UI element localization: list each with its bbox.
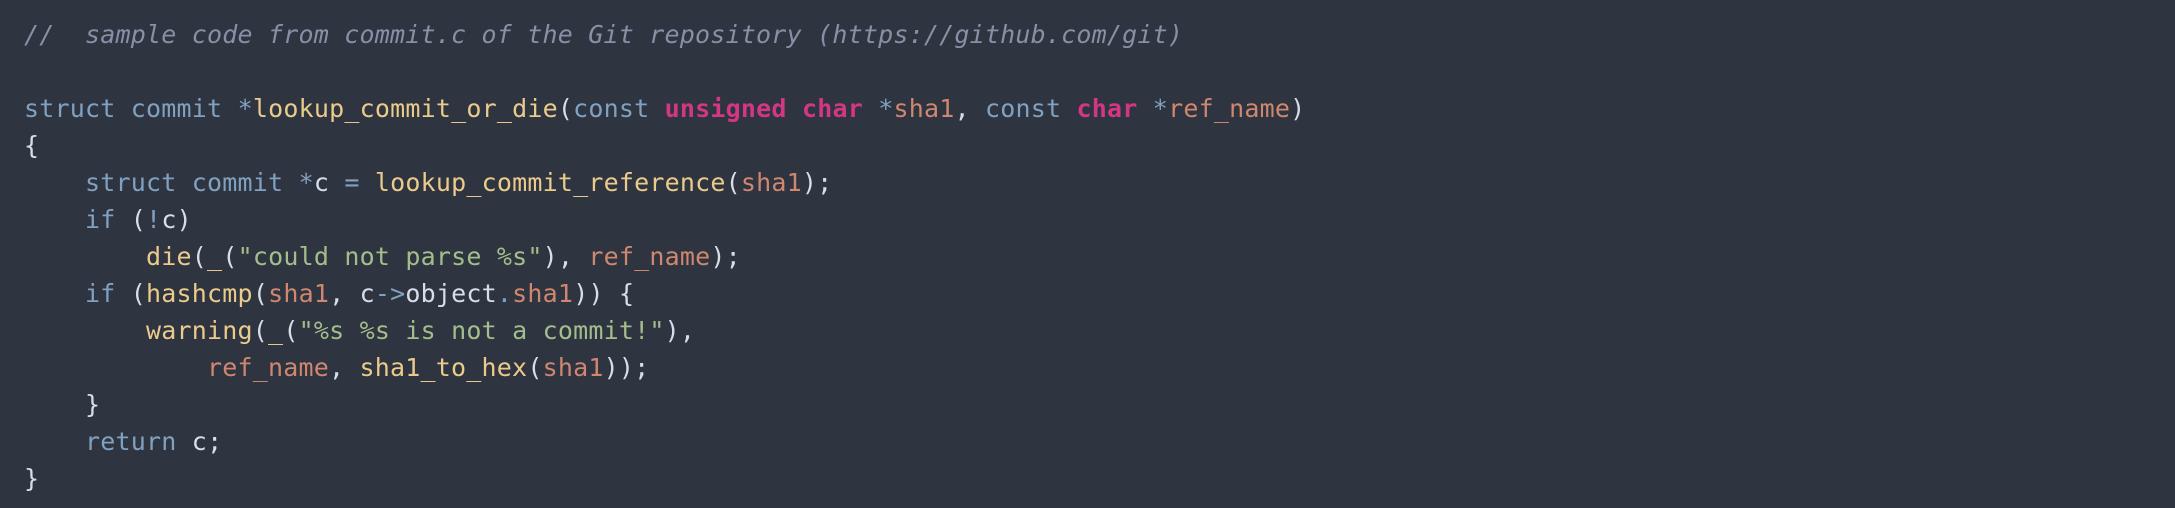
code-line-4: { <box>24 131 39 160</box>
code-line-6: if (!c) <box>24 205 192 234</box>
code-line-12: return c; <box>24 427 222 456</box>
code-line-11: } <box>24 390 100 419</box>
code-block: // sample code from commit.c of the Git … <box>0 0 2175 508</box>
code-line-3: struct commit *lookup_commit_or_die(cons… <box>24 94 1305 123</box>
code-line-5: struct commit *c = lookup_commit_referen… <box>24 168 832 197</box>
code-comment: // sample code from commit.c of the Git … <box>24 20 1183 49</box>
code-line-8: if (hashcmp(sha1, c->object.sha1)) { <box>24 279 634 308</box>
code-line-10: ref_name, sha1_to_hex(sha1)); <box>24 353 649 382</box>
code-line-9: warning(_("%s %s is not a commit!"), <box>24 316 695 345</box>
code-line-13: } <box>24 464 39 493</box>
code-line-7: die(_("could not parse %s"), ref_name); <box>24 242 741 271</box>
